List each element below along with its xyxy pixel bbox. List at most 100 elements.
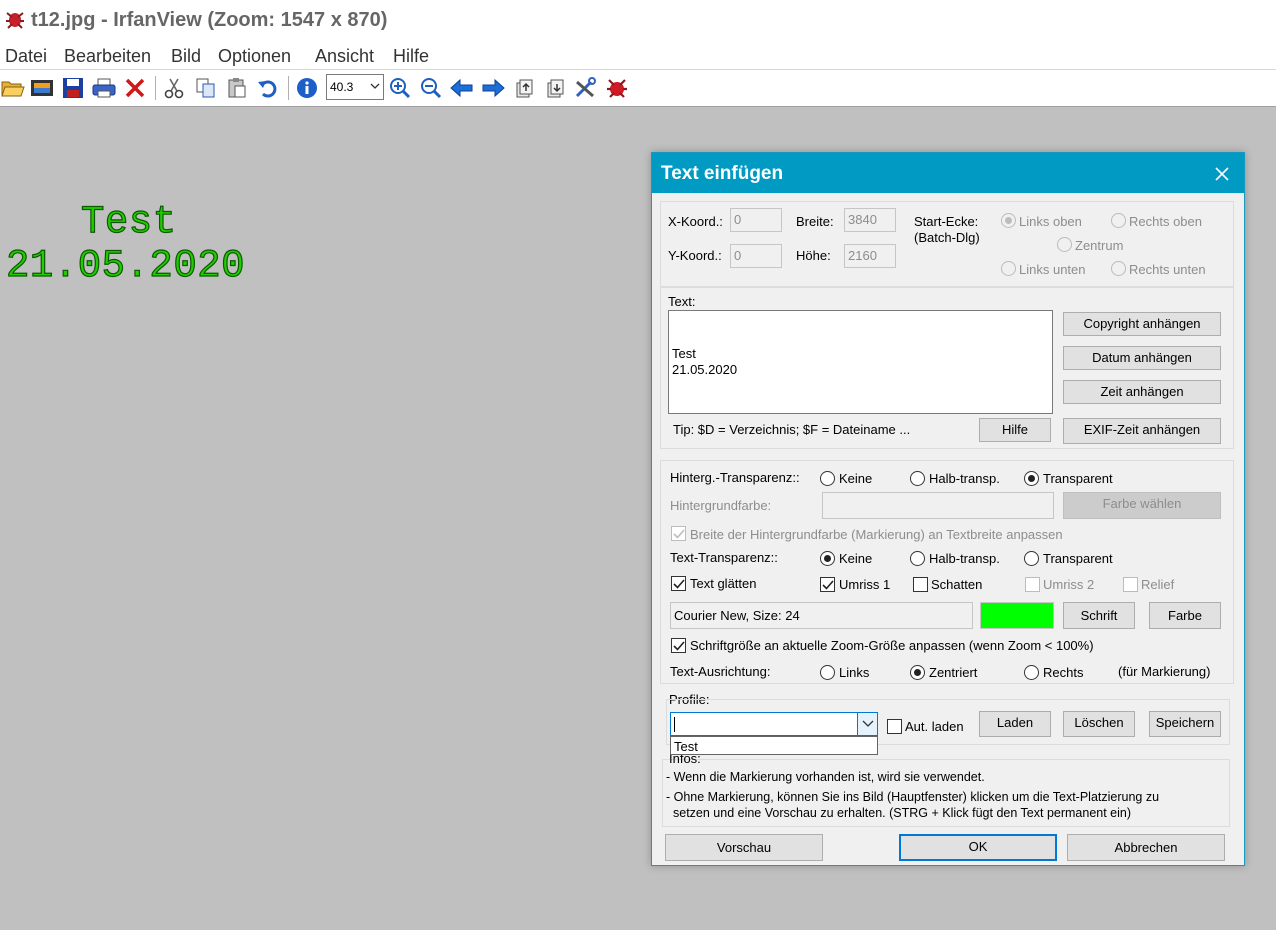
- text-input-line2: 21.05.2020: [672, 362, 738, 377]
- text-semi-radio[interactable]: [910, 551, 925, 566]
- corner-bottom-left-radio[interactable]: [1001, 261, 1016, 276]
- canvas-text-line1: Test: [80, 199, 177, 244]
- corner-top-right-label: Rechts oben: [1129, 214, 1202, 229]
- autoload-label: Aut. laden: [905, 719, 964, 734]
- corner-center-radio[interactable]: [1057, 237, 1072, 252]
- outline2-checkbox[interactable]: [1025, 577, 1040, 592]
- delete-icon[interactable]: [122, 75, 148, 101]
- shadow-checkbox[interactable]: [913, 577, 928, 592]
- menu-hilfe[interactable]: Hilfe: [393, 46, 429, 67]
- text-none-radio[interactable]: [820, 551, 835, 566]
- start-corner-sublabel: (Batch-Dlg): [914, 230, 980, 245]
- corner-top-left-label: Links oben: [1019, 214, 1082, 229]
- text-cursor: [674, 717, 675, 732]
- corner-bottom-right-radio[interactable]: [1111, 261, 1126, 276]
- time-button[interactable]: Zeit anhängen: [1063, 380, 1221, 404]
- x-coord-field[interactable]: 0: [730, 208, 782, 232]
- text-input-line1: Test: [672, 346, 696, 361]
- y-coord-field[interactable]: 0: [730, 244, 782, 268]
- menu-optionen[interactable]: Optionen: [218, 46, 291, 67]
- outline1-checkbox[interactable]: [820, 577, 835, 592]
- irfanview-app-icon[interactable]: [4, 9, 26, 31]
- height-field[interactable]: 2160: [844, 244, 896, 268]
- bg-width-checkbox[interactable]: [671, 526, 686, 541]
- menu-bild[interactable]: Bild: [171, 46, 201, 67]
- exif-time-button[interactable]: EXIF-Zeit anhängen: [1063, 418, 1221, 444]
- info-icon[interactable]: [294, 75, 320, 101]
- text-transparent-radio[interactable]: [1024, 551, 1039, 566]
- insert-text-dialog: Text einfügen X-Koord.: 0 Y-Koord.: 0 Br…: [651, 152, 1245, 866]
- copy-icon[interactable]: [193, 75, 219, 101]
- shadow-label: Schatten: [931, 577, 983, 592]
- font-button[interactable]: Schrift: [1063, 602, 1135, 629]
- corner-bottom-left-label: Links unten: [1019, 262, 1086, 277]
- slideshow-icon[interactable]: [29, 75, 55, 101]
- text-transparency-label: Text-Transparenz::: [670, 550, 778, 565]
- save-profile-button[interactable]: Speichern: [1149, 711, 1221, 737]
- profile-combobox[interactable]: [670, 712, 878, 736]
- bg-transparent-radio[interactable]: [1024, 471, 1039, 486]
- text-label: Text:: [668, 294, 696, 309]
- delete-profile-button[interactable]: Löschen: [1063, 711, 1135, 737]
- canvas-text-line2: 21.05.2020: [5, 243, 246, 288]
- dialog-title: Text einfügen: [661, 163, 784, 184]
- bg-none-radio[interactable]: [820, 471, 835, 486]
- menu-datei[interactable]: Datei: [5, 46, 47, 67]
- previous-icon[interactable]: [449, 75, 475, 101]
- choose-color-button[interactable]: Farbe wählen: [1063, 492, 1221, 519]
- infos-line1: - Wenn die Markierung vorhanden ist, wir…: [666, 770, 985, 784]
- alignment-label: Text-Ausrichtung:: [670, 664, 771, 679]
- load-button[interactable]: Laden: [979, 711, 1051, 737]
- help-button[interactable]: Hilfe: [979, 418, 1051, 442]
- settings-icon[interactable]: [573, 75, 599, 101]
- print-icon[interactable]: [91, 75, 117, 101]
- profile-dropdown-list: Test: [670, 736, 878, 755]
- menu-bearbeiten[interactable]: Bearbeiten: [64, 46, 151, 67]
- autoload-checkbox[interactable]: [887, 719, 902, 734]
- color-button[interactable]: Farbe: [1149, 602, 1221, 629]
- undo-icon[interactable]: [255, 75, 281, 101]
- corner-top-right-radio[interactable]: [1111, 213, 1126, 228]
- zoom-size-label: Schriftgröße an aktuelle Zoom-Größe anpa…: [690, 638, 1094, 653]
- copyright-button[interactable]: Copyright anhängen: [1063, 312, 1221, 336]
- width-label: Breite:: [796, 214, 834, 229]
- date-button[interactable]: Datum anhängen: [1063, 346, 1221, 370]
- text-input-area[interactable]: Test 21.05.2020: [668, 310, 1053, 414]
- window-title: t12.jpg - IrfanView (Zoom: 1547 x 870): [31, 9, 388, 31]
- close-icon[interactable]: [1211, 163, 1233, 185]
- cancel-button[interactable]: Abbrechen: [1067, 834, 1225, 861]
- open-folder-icon[interactable]: [0, 75, 26, 101]
- bg-width-label: Breite der Hintergrundfarbe (Markierung)…: [690, 527, 1063, 542]
- relief-checkbox[interactable]: [1123, 577, 1138, 592]
- text-semi-label: Halb-transp.: [929, 551, 1000, 566]
- align-right-radio[interactable]: [1024, 665, 1039, 680]
- first-page-icon[interactable]: [511, 75, 537, 101]
- ok-button[interactable]: OK: [899, 834, 1057, 861]
- irfanview-logo-icon[interactable]: [604, 75, 630, 101]
- cut-icon[interactable]: [161, 75, 187, 101]
- align-center-label: Zentriert: [929, 665, 978, 680]
- zoom-out-icon[interactable]: [418, 75, 444, 101]
- zoom-combobox[interactable]: 40.3: [326, 74, 384, 100]
- paste-icon[interactable]: [224, 75, 250, 101]
- preview-button[interactable]: Vorschau: [665, 834, 823, 861]
- alignment-note: (für Markierung): [1118, 664, 1211, 679]
- menu-ansicht[interactable]: Ansicht: [315, 46, 374, 67]
- zoom-size-checkbox[interactable]: [671, 638, 686, 653]
- smooth-text-checkbox[interactable]: [671, 576, 686, 591]
- profile-dropdown-item[interactable]: Test: [674, 739, 877, 754]
- next-icon[interactable]: [480, 75, 506, 101]
- bg-color-label: Hintergrundfarbe:: [670, 498, 772, 513]
- bg-transparency-label: Hinterg.-Transparenz::: [670, 470, 800, 485]
- align-center-radio[interactable]: [910, 665, 925, 680]
- last-page-icon[interactable]: [542, 75, 568, 101]
- save-icon[interactable]: [60, 75, 86, 101]
- zoom-in-icon[interactable]: [387, 75, 413, 101]
- profile-dropdown-button[interactable]: [857, 713, 877, 735]
- bg-semi-radio[interactable]: [910, 471, 925, 486]
- corner-top-left-radio[interactable]: [1001, 213, 1016, 228]
- text-color-swatch[interactable]: [980, 602, 1054, 629]
- align-left-radio[interactable]: [820, 665, 835, 680]
- dialog-title-bar[interactable]: Text einfügen: [652, 153, 1244, 193]
- width-field[interactable]: 3840: [844, 208, 896, 232]
